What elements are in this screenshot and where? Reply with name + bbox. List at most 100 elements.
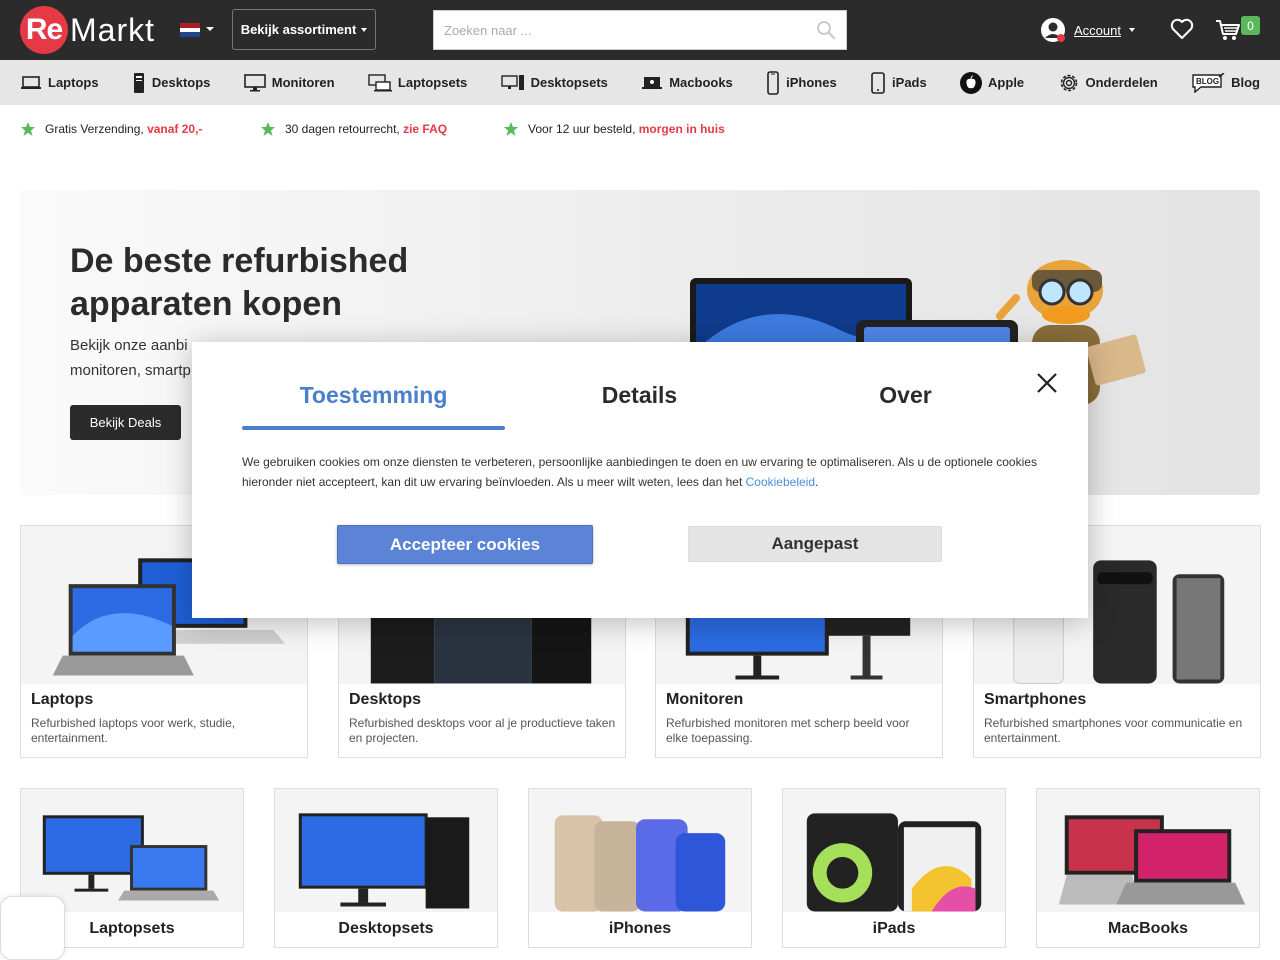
search-box xyxy=(433,10,847,50)
language-caret-icon[interactable] xyxy=(206,27,214,31)
card-title: iPads xyxy=(872,920,916,937)
iphones-image xyxy=(529,789,751,912)
category-nav: Laptops Desktops Monitoren Laptopsets De… xyxy=(0,60,1280,105)
card-title: Monitoren xyxy=(666,691,744,708)
cookie-text: We gebruiken cookies om onze diensten te… xyxy=(242,455,1037,489)
cart-icon[interactable] xyxy=(1215,18,1241,42)
nav-item-macbooks[interactable]: Macbooks xyxy=(641,75,733,91)
active-tab-indicator xyxy=(242,426,505,430)
assortment-label: Bekijk assortiment xyxy=(240,22,357,37)
monitor-icon xyxy=(243,73,266,91)
star-icon xyxy=(504,122,518,136)
nav-item-laptops[interactable]: Laptops xyxy=(20,75,99,91)
iphone-icon xyxy=(767,70,779,95)
usp-returns: 30 dagen retourrecht, zie FAQ xyxy=(260,119,447,139)
close-icon[interactable] xyxy=(1036,372,1058,394)
category-card-ipads[interactable]: iPads xyxy=(782,788,1006,948)
apple-icon xyxy=(960,71,983,94)
cart-count-badge: 0 xyxy=(1241,16,1260,35)
nav-item-apple[interactable]: Apple xyxy=(960,71,1025,94)
chat-widget-button[interactable] xyxy=(0,896,65,960)
blog-icon: BLOG xyxy=(1192,72,1225,93)
card-title: Desktopsets xyxy=(338,920,434,937)
customize-cookies-button[interactable]: Aangepast xyxy=(688,526,942,562)
nav-label: Desktopsets xyxy=(530,75,608,90)
chevron-down-icon xyxy=(1128,28,1135,32)
nav-label: Onderdelen xyxy=(1085,75,1158,90)
hero-title: De beste refurbished apparaten kopen xyxy=(70,242,409,323)
desktopset-icon xyxy=(500,74,524,90)
nav-label: Laptopsets xyxy=(397,75,468,90)
accept-cookies-button[interactable]: Accepteer cookies xyxy=(337,525,593,564)
card-description: Refurbished desktops voor al je producti… xyxy=(349,716,616,745)
tab-consent[interactable]: Toestemming xyxy=(242,382,505,409)
card-title: Desktops xyxy=(349,691,422,708)
search-input[interactable] xyxy=(434,11,846,49)
cookie-description: We gebruiken cookies om onze diensten te… xyxy=(242,452,1042,492)
chevron-down-icon xyxy=(361,27,368,32)
card-title: iPhones xyxy=(608,920,672,937)
laptopsets-image xyxy=(21,789,243,912)
card-title: MacBooks xyxy=(1107,920,1189,937)
logo[interactable]: Re Markt xyxy=(20,6,155,54)
usp-text: Gratis Verzending, xyxy=(45,122,144,136)
nav-item-monitoren[interactable]: Monitoren xyxy=(243,73,335,92)
nav-label: Macbooks xyxy=(669,75,733,90)
usp-highlight-link[interactable]: vanaf 20,- xyxy=(147,122,202,136)
account-menu[interactable]: Account xyxy=(1040,16,1135,44)
nav-label: Desktops xyxy=(151,75,211,90)
nav-label: Laptops xyxy=(48,75,99,90)
card-description: Refurbished monitoren met scherp beeld v… xyxy=(666,716,910,745)
macbook-icon xyxy=(642,76,663,89)
usp-highlight-link[interactable]: zie FAQ xyxy=(403,122,447,136)
desktopsets-image xyxy=(275,789,497,912)
svg-text:BLOG: BLOG xyxy=(1196,77,1219,86)
card-title: Smartphones xyxy=(984,691,1087,708)
tab-about[interactable]: Over xyxy=(774,382,1037,409)
usp-shipping: Gratis Verzending, vanaf 20,- xyxy=(20,119,202,139)
card-description: Refurbished smartphones voor communicati… xyxy=(984,716,1243,745)
search-icon[interactable] xyxy=(816,20,836,40)
usp-text: Voor 12 uur besteld, xyxy=(528,122,636,136)
usp-text: 30 dagen retourrecht, xyxy=(285,122,400,136)
cookie-consent-modal: Toestemming Details Over We gebruiken co… xyxy=(192,342,1088,618)
top-bar: Re Markt Bekijk assortiment Account xyxy=(0,0,1280,60)
nav-item-iphones[interactable]: iPhones xyxy=(766,70,837,95)
star-icon xyxy=(21,122,35,136)
assortment-button[interactable]: Bekijk assortiment xyxy=(232,9,376,50)
category-card-iphones[interactable]: iPhones xyxy=(528,788,752,948)
usp-highlight-link[interactable]: morgen in huis xyxy=(639,122,725,136)
cookie-text-end: . xyxy=(815,475,819,489)
usp-delivery: Voor 12 uur besteld, morgen in huis xyxy=(503,119,725,139)
tab-details[interactable]: Details xyxy=(508,382,771,409)
star-icon xyxy=(261,122,275,136)
heart-icon[interactable] xyxy=(1170,18,1194,40)
nav-item-laptopsets[interactable]: Laptopsets xyxy=(368,73,468,92)
laptopset-icon xyxy=(368,73,392,91)
user-icon xyxy=(1041,18,1065,42)
card-title: Laptops xyxy=(31,691,94,708)
gear-icon xyxy=(1060,74,1077,91)
logo-text: Markt xyxy=(70,11,155,48)
nav-item-desktops[interactable]: Desktops xyxy=(132,72,211,94)
card-description: Refurbished laptops voor werk, studie, e… xyxy=(31,716,236,745)
ipads-image xyxy=(783,789,1005,912)
nav-item-ipads[interactable]: iPads xyxy=(870,71,927,94)
nav-label: iPads xyxy=(892,75,927,90)
desktop-tower-icon xyxy=(133,72,144,93)
nav-item-onderdelen[interactable]: Onderdelen xyxy=(1058,72,1158,94)
laptop-icon xyxy=(21,75,41,89)
nav-item-blog[interactable]: BLOG Blog xyxy=(1191,72,1260,93)
nav-item-desktopsets[interactable]: Desktopsets xyxy=(500,74,608,92)
deals-button[interactable]: Bekijk Deals xyxy=(70,405,181,440)
nav-label: Apple xyxy=(988,75,1025,90)
macbooks-image xyxy=(1037,789,1259,912)
language-flag-icon[interactable] xyxy=(180,23,200,38)
category-card-macbooks[interactable]: MacBooks xyxy=(1036,788,1260,948)
category-card-desktopsets[interactable]: Desktopsets xyxy=(274,788,498,948)
ipad-icon xyxy=(871,71,885,94)
nav-label: iPhones xyxy=(786,75,837,90)
account-label: Account xyxy=(1074,22,1121,38)
logo-mark: Re xyxy=(20,6,68,54)
cookie-policy-link[interactable]: Cookiebeleid xyxy=(746,475,815,489)
